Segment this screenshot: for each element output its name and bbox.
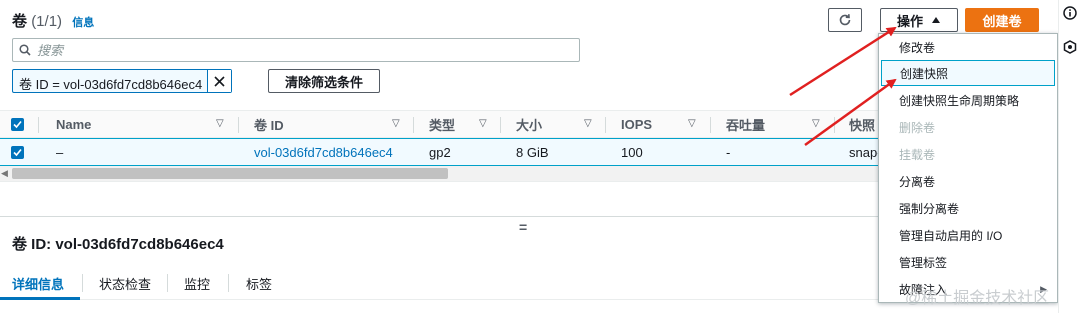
caret-up-icon: [932, 17, 940, 23]
hexagon-icon[interactable]: [1063, 40, 1077, 54]
filter-token: 卷 ID = vol-03d6fd7cd8b646ec4: [12, 69, 232, 93]
check-icon: [13, 120, 22, 129]
detail-tabs: 详细信息 状态检查 监控 标签: [0, 266, 878, 300]
close-icon: [214, 75, 225, 87]
tab-monitoring[interactable]: 监控: [184, 274, 210, 293]
menu-item-manage-auto-enabled-io[interactable]: 管理自动启用的 I/O: [881, 222, 1055, 248]
create-volume-button[interactable]: 创建卷: [965, 8, 1039, 32]
column-volume-id[interactable]: 卷 ID: [254, 111, 284, 137]
info-link[interactable]: 信息: [72, 17, 94, 29]
page-title: 卷 (1/1) 信息: [12, 10, 94, 31]
active-tab-indicator: [0, 297, 80, 300]
scrollbar-thumb[interactable]: [12, 168, 448, 179]
menu-item-delete-volume: 删除卷: [899, 120, 936, 135]
cell-iops: 100: [621, 144, 643, 160]
info-circle-icon[interactable]: [1063, 6, 1077, 20]
column-size[interactable]: 大小: [516, 111, 542, 137]
tab-details[interactable]: 详细信息: [12, 274, 64, 293]
cell-name: –: [56, 144, 64, 160]
menu-item-attach-volume: 挂载卷: [899, 147, 936, 162]
actions-label: 操作: [896, 13, 923, 29]
column-throughput[interactable]: 吞吐量: [726, 111, 765, 137]
column-snapshot[interactable]: 快照: [849, 111, 875, 137]
menu-item-force-detach-volume[interactable]: 强制分离卷: [881, 195, 1055, 221]
select-all-checkbox[interactable]: [11, 118, 24, 131]
menu-item-modify-volume[interactable]: 修改卷: [881, 34, 1055, 60]
sort-icon[interactable]: ▽: [479, 118, 487, 129]
sort-icon[interactable]: ▽: [392, 118, 400, 129]
sort-icon[interactable]: ▽: [688, 118, 696, 129]
split-panel-divider: [0, 216, 878, 217]
menu-item-manage-tags[interactable]: 管理标签: [881, 249, 1055, 275]
horizontal-scrollbar[interactable]: ◀: [0, 166, 878, 182]
page-title-text: 卷: [12, 13, 28, 30]
volume-detail-title: 卷 ID: vol-03d6fd7cd8b646ec4: [12, 236, 224, 253]
right-utility-rail: [1058, 0, 1080, 313]
table-header: Name ▽ 卷 ID ▽ 类型 ▽ 大小 ▽ IOPS ▽ 吞吐量 ▽ 快照: [0, 110, 878, 138]
search-icon: [19, 44, 31, 56]
search-input[interactable]: [37, 42, 557, 58]
tab-status-checks[interactable]: 状态检查: [99, 274, 151, 293]
search-field[interactable]: [12, 38, 580, 62]
column-name[interactable]: Name: [56, 111, 91, 137]
cell-throughput: -: [726, 144, 731, 160]
filter-token-label: 卷 ID = vol-03d6fd7cd8b646ec4: [19, 77, 203, 92]
sort-icon[interactable]: ▽: [216, 118, 224, 129]
resize-handle[interactable]: =: [519, 219, 527, 235]
cell-volume-id-link[interactable]: vol-03d6fd7cd8b646ec4: [254, 139, 393, 165]
check-icon: [13, 148, 22, 157]
refresh-button[interactable]: [828, 8, 862, 32]
cell-size: 8 GiB: [516, 144, 549, 160]
tab-tags[interactable]: 标签: [246, 274, 272, 293]
refresh-icon: [839, 14, 851, 26]
volume-count: (1/1): [31, 13, 63, 30]
actions-dropdown-button[interactable]: 操作: [880, 8, 958, 32]
row-checkbox[interactable]: [11, 146, 24, 159]
table-row[interactable]: – vol-03d6fd7cd8b646ec4 gp2 8 GiB 100 - …: [0, 138, 882, 166]
sort-icon[interactable]: ▽: [812, 118, 820, 129]
sort-icon[interactable]: ▽: [584, 118, 592, 129]
scroll-left-icon[interactable]: ◀: [1, 168, 8, 179]
menu-item-create-snapshot[interactable]: 创建快照: [881, 60, 1055, 86]
actions-menu: 修改卷 创建快照 创建快照生命周期策略 删除卷 挂载卷 分离卷 强制分离卷 管理…: [878, 33, 1058, 303]
column-iops[interactable]: IOPS: [621, 111, 652, 137]
remove-filter-button[interactable]: [207, 70, 231, 92]
menu-item-create-snapshot-lifecycle-policy[interactable]: 创建快照生命周期策略: [881, 87, 1055, 113]
menu-item-detach-volume[interactable]: 分离卷: [881, 168, 1055, 194]
cell-snapshot: snap-: [849, 144, 882, 160]
clear-filters-button[interactable]: 清除筛选条件: [268, 69, 380, 93]
watermark: @稀土掘金技术社区: [905, 290, 1050, 307]
column-type[interactable]: 类型: [429, 111, 455, 137]
cell-type: gp2: [429, 144, 451, 160]
